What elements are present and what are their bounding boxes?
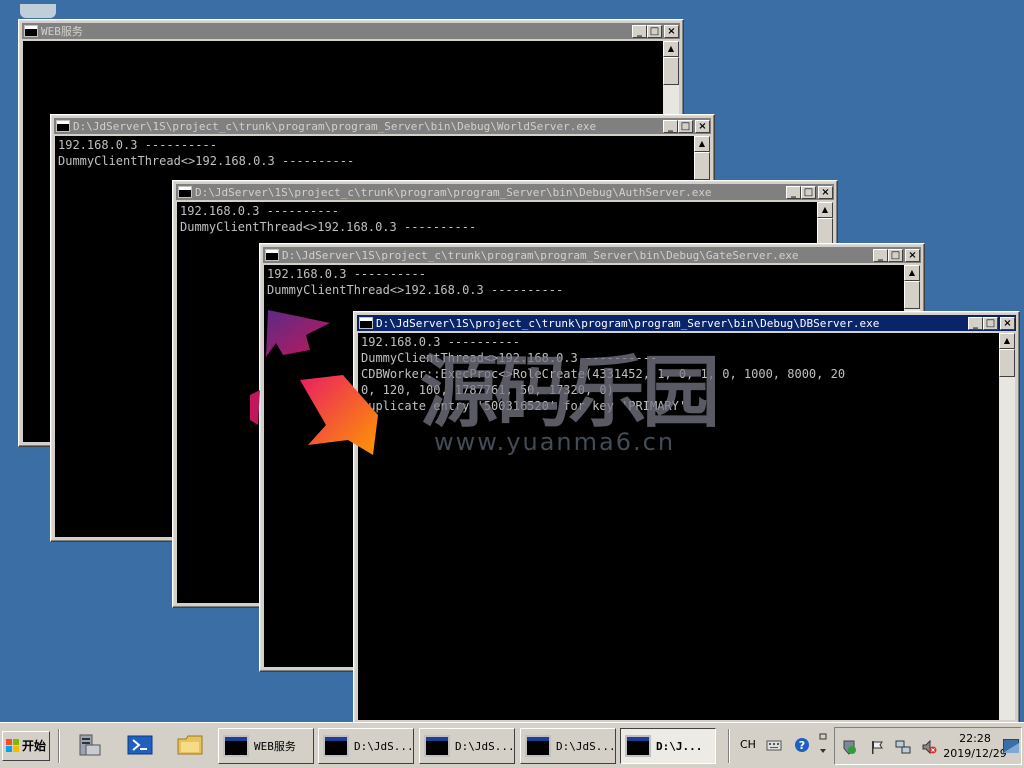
maximize-button[interactable]: □ (983, 316, 998, 330)
taskbar-button-gate-server[interactable]: D:\JdS... (520, 728, 616, 764)
console-icon (24, 25, 38, 37)
console-icon (323, 735, 349, 757)
scroll-up-button[interactable]: ▲ (904, 265, 920, 281)
server-manager-icon[interactable] (76, 731, 104, 759)
window-title: D:\JdServer\1S\project_c\trunk\program\p… (195, 185, 712, 199)
scroll-thumb[interactable] (999, 349, 1015, 377)
taskbar-button-web-service[interactable]: WEB服务 (218, 728, 314, 764)
console-line: 192.168.0.3 ---------- (267, 267, 426, 281)
window-title: D:\JdServer\1S\project_c\trunk\program\p… (376, 316, 880, 330)
console-icon (625, 735, 651, 757)
close-button[interactable]: × (905, 248, 920, 262)
minimize-button[interactable]: _ (873, 248, 888, 262)
action-center-flag-icon[interactable] (869, 739, 885, 755)
console-line: 192.168.0.3 ---------- (58, 138, 217, 152)
minimize-button[interactable]: _ (786, 185, 801, 199)
taskbar-button-auth-server[interactable]: D:\JdS... (419, 728, 515, 764)
notification-area: 22:28 2019/12/29 (834, 727, 1022, 765)
console-line: 192.168.0.3 ---------- (180, 204, 339, 218)
language-indicator[interactable]: CH (740, 738, 756, 751)
window-titlebar[interactable]: D:\JdServer\1S\project_c\trunk\program\p… (54, 118, 711, 134)
window-title: D:\JdServer\1S\project_c\trunk\program\p… (73, 119, 597, 133)
clock-date[interactable]: 2019/12/29 (941, 747, 1009, 760)
console-line: DummyClientThread<>192.168.0.3 ---------… (267, 283, 564, 297)
network-icon[interactable] (895, 739, 911, 755)
console-line: DummyClientThread<>192.168.0.3 ---------… (180, 220, 477, 234)
window-titlebar[interactable]: WEB服务 _ □ × (22, 23, 680, 39)
console-icon (178, 186, 192, 198)
taskbar-button-label: D:\JdS... (455, 739, 515, 753)
maximize-button[interactable]: □ (888, 248, 903, 262)
scroll-up-button[interactable]: ▲ (999, 333, 1015, 349)
console-icon (223, 735, 249, 757)
minimize-button[interactable]: _ (663, 119, 678, 133)
scroll-thumb[interactable] (694, 152, 710, 180)
taskbar-button-db-server[interactable]: D:\J... (620, 728, 716, 764)
svg-text:?: ? (799, 739, 805, 752)
scroll-up-button[interactable]: ▲ (694, 136, 710, 152)
show-desktop-icon[interactable] (1003, 739, 1019, 753)
taskbar: 开始 WEB服务 D:\JdS... D:\JdS... D:\JdS... D… (0, 722, 1024, 768)
window-title: D:\JdServer\1S\project_c\trunk\program\p… (282, 248, 799, 262)
powershell-icon[interactable] (126, 731, 154, 759)
window-title: WEB服务 (41, 25, 83, 38)
window-titlebar[interactable]: D:\JdServer\1S\project_c\trunk\program\p… (357, 315, 1016, 331)
volume-muted-icon[interactable] (921, 739, 937, 755)
window-titlebar[interactable]: D:\JdServer\1S\project_c\trunk\program\p… (176, 184, 834, 200)
console-icon (56, 120, 70, 132)
scroll-thumb[interactable] (817, 218, 833, 246)
console-icon (265, 249, 279, 261)
minimize-button[interactable]: _ (968, 316, 983, 330)
scroll-thumb[interactable] (904, 281, 920, 309)
maximize-button[interactable]: □ (678, 119, 693, 133)
explorer-icon[interactable] (176, 731, 204, 759)
security-shield-icon[interactable] (841, 739, 857, 755)
scroll-up-button[interactable]: ▲ (817, 202, 833, 218)
taskbar-button-label: D:\JdS... (354, 739, 414, 753)
taskbar-button-label: D:\JdS... (556, 739, 616, 753)
scroll-up-button[interactable]: ▲ (663, 41, 679, 57)
taskbar-button-label: WEB服务 (254, 740, 296, 753)
console-icon (359, 317, 373, 329)
help-icon[interactable]: ? (794, 737, 810, 753)
start-label: 开始 (22, 739, 47, 753)
close-button[interactable]: × (695, 119, 710, 133)
console-icon (424, 735, 450, 757)
keyboard-icon[interactable] (766, 737, 782, 753)
taskbar-button-world-server[interactable]: D:\JdS... (318, 728, 414, 764)
close-button[interactable]: × (818, 185, 833, 199)
taskbar-separator (728, 729, 730, 763)
tray-options-icon[interactable] (818, 731, 828, 759)
taskbar-separator (58, 729, 60, 763)
console-line: DummyClientThread<>192.168.0.3 ---------… (58, 154, 355, 168)
scroll-thumb[interactable] (663, 57, 679, 85)
window-titlebar[interactable]: D:\JdServer\1S\project_c\trunk\program\p… (263, 247, 921, 263)
recycle-bin-icon[interactable] (20, 4, 56, 18)
vertical-scrollbar[interactable]: ▲ (999, 333, 1015, 720)
console-icon (525, 735, 551, 757)
watermark-chinese-text: 源码乐园 (420, 348, 720, 438)
watermark-url-text: www.yuanma6.cn (434, 428, 676, 456)
minimize-button[interactable]: _ (632, 24, 647, 38)
close-button[interactable]: × (664, 24, 679, 38)
maximize-button[interactable]: □ (647, 24, 662, 38)
close-button[interactable]: × (1000, 316, 1015, 330)
start-button[interactable]: 开始 (2, 731, 50, 761)
maximize-button[interactable]: □ (801, 185, 816, 199)
taskbar-button-label: D:\J... (656, 739, 703, 753)
clock-time[interactable]: 22:28 (957, 732, 993, 745)
windows-logo-icon (6, 739, 20, 753)
